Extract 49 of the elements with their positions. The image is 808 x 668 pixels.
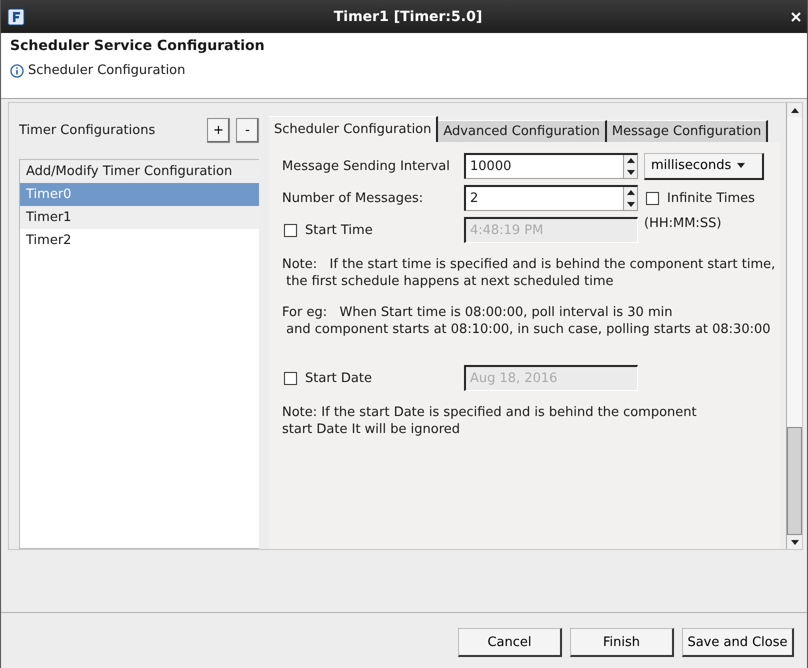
close-icon[interactable] [791, 12, 801, 22]
dialog-button[interactable]: Cancel [458, 628, 562, 657]
window-title: Timer1 [Timer:5.0] [332, 8, 484, 24]
dialog-button[interactable]: Save and Close [682, 628, 794, 657]
down-arrow-icon [790, 540, 798, 544]
tab[interactable]: Advanced Configuration [438, 120, 607, 142]
note-text: For eg: When Start time is 08:00:00, poll interval is 30 min and component starts at 08:10:00, in such case, polling starts at 08:30:00 [282, 304, 772, 338]
dialog-button[interactable]: Finish [570, 628, 674, 657]
add-button[interactable]: + [207, 118, 230, 142]
scrollbar[interactable] [786, 103, 802, 549]
checkbox-label: Start Date [305, 370, 372, 386]
field-label: Message Sending Interval [282, 158, 451, 174]
spin-up-button[interactable] [624, 187, 637, 198]
app-icon [7, 8, 25, 26]
spin-up-button[interactable] [624, 155, 637, 166]
interval-spinner[interactable]: 10000 [464, 153, 638, 179]
up-arrow-icon [626, 190, 634, 196]
remove-button[interactable]: - [236, 118, 259, 142]
spin-down-button[interactable] [624, 198, 637, 210]
count-spinner[interactable]: 2 [464, 185, 638, 211]
section-label: Timer Configurations [19, 122, 156, 138]
up-arrow-icon [790, 108, 798, 112]
scroll-up-button[interactable] [787, 103, 802, 117]
checkbox-label: Infinite Times [667, 190, 755, 206]
field-label: Number of Messages: [282, 190, 424, 206]
page-title: Scheduler Service Configuration [10, 38, 266, 54]
number-input[interactable]: 10000 [466, 155, 623, 178]
tab[interactable]: Scheduler Configuration [269, 116, 438, 142]
checkbox[interactable] [646, 192, 659, 204]
down-arrow-icon [626, 170, 634, 175]
checkbox-label: Start Time [305, 222, 373, 238]
tab[interactable]: Message Configuration [606, 120, 768, 142]
page-message: Scheduler Configuration [28, 63, 186, 78]
list-item[interactable]: Timer1 [20, 206, 259, 229]
down-arrow-icon [626, 202, 634, 207]
info-icon [10, 64, 24, 78]
format-hint: (HH:MM:SS) [644, 216, 722, 231]
up-arrow-icon [626, 158, 634, 164]
unit-dropdown[interactable]: milliseconds [644, 152, 764, 180]
scroll-thumb[interactable] [787, 427, 802, 535]
number-input[interactable]: 2 [466, 187, 623, 210]
note-text: Note: If the start Date is specified and is behind the component start Date It will be ignored [282, 404, 698, 438]
caret-icon [737, 163, 746, 168]
checkbox[interactable] [284, 372, 297, 384]
spin-down-button[interactable] [624, 166, 637, 178]
note-text: Note: If the start time is specified and is behind the component start time, the first schedule happens at next scheduled time [282, 256, 776, 290]
list-item[interactable]: Add/Modify Timer Configuration [20, 160, 259, 183]
scroll-down-button[interactable] [787, 535, 802, 549]
checkbox[interactable] [284, 224, 297, 236]
